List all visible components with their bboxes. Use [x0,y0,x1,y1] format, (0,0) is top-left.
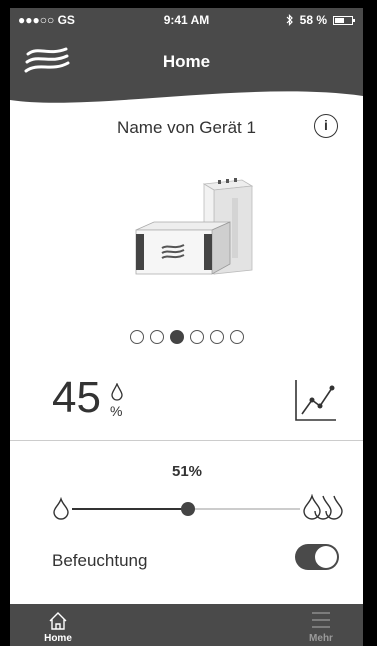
status-bar: ●●●○○ GS 9:41 AM 58 % [10,8,363,30]
page-dot[interactable] [149,330,164,344]
phone-frame: ●●●○○ GS 9:41 AM 58 % Home Name von Gerä… [0,0,377,646]
humidifier-device-image [135,178,254,275]
slider-fill [72,508,189,510]
droplet-small-icon [53,497,69,520]
tab-more-label: Mehr [309,633,333,644]
droplet-icon [111,383,123,401]
toggle-knob [315,546,337,568]
humidity-unit: % [108,383,128,423]
droplets-large-icon [303,494,343,520]
page-dot[interactable] [169,330,184,344]
target-humidity-slider[interactable] [72,502,300,516]
app-screen: ●●●○○ GS 9:41 AM 58 % Home Name von Gerä… [10,8,363,646]
header-wave [10,91,363,108]
tab-home[interactable]: Home [28,604,88,646]
humidification-toggle[interactable] [295,544,339,570]
menu-icon [312,612,330,628]
section-divider [10,440,363,441]
device-name: Name von Gerät 1 [117,118,256,137]
tab-bar: Home Mehr [10,604,363,646]
header: ●●●○○ GS 9:41 AM 58 % Home [10,8,363,108]
tab-home-label: Home [44,633,72,644]
page-title: Home [162,52,211,71]
bluetooth-icon [286,14,293,26]
page-dot[interactable] [129,330,144,344]
info-button[interactable]: i [314,114,338,138]
battery-percent: 58 % [299,13,327,27]
slider-thumb[interactable] [181,502,196,516]
humidification-label: Befeuchtung [52,551,148,570]
tab-more[interactable]: Mehr [291,604,351,646]
home-icon [49,612,67,630]
humidity-percent-sign: % [110,403,123,419]
page-dot[interactable] [189,330,204,344]
battery-icon [333,15,355,25]
status-right: 58 % [286,13,355,27]
page-dot[interactable] [229,330,244,344]
line-chart-icon[interactable] [292,374,338,424]
page-indicator [10,330,363,344]
target-humidity-value: 51% [172,463,203,480]
page-dot[interactable] [209,330,224,344]
current-humidity: 45 [52,373,101,422]
info-icon: i [324,117,328,133]
